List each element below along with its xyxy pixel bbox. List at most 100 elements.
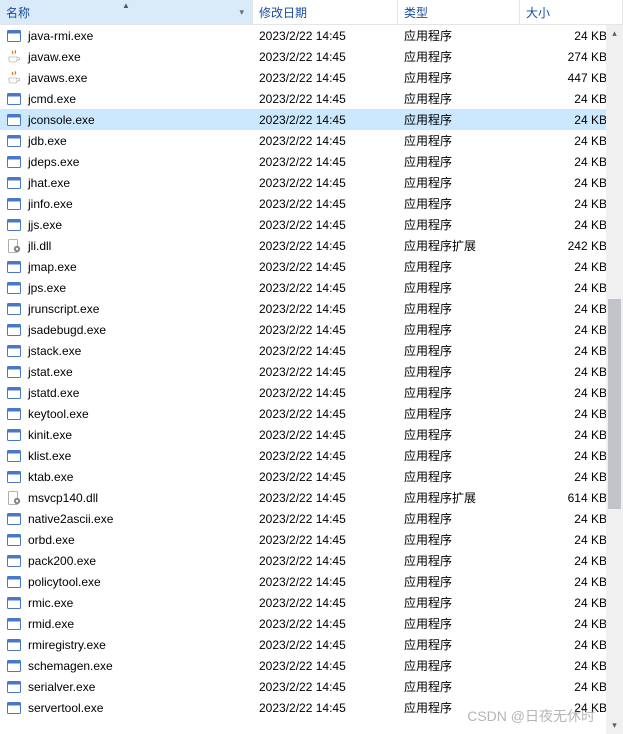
file-row[interactable]: orbd.exe2023/2/22 14:45应用程序24 KB xyxy=(0,529,623,550)
file-name-cell[interactable]: jstatd.exe xyxy=(0,385,253,401)
file-name-cell[interactable]: jstat.exe xyxy=(0,364,253,380)
file-name-cell[interactable]: jstack.exe xyxy=(0,343,253,359)
file-row[interactable]: jmap.exe2023/2/22 14:45应用程序24 KB xyxy=(0,256,623,277)
file-name-cell[interactable]: servertool.exe xyxy=(0,700,253,716)
file-row[interactable]: schemagen.exe2023/2/22 14:45应用程序24 KB xyxy=(0,655,623,676)
file-row[interactable]: msvcp140.dll2023/2/22 14:45应用程序扩展614 KB xyxy=(0,487,623,508)
column-header-date[interactable]: 修改日期 xyxy=(253,0,398,24)
file-name-cell[interactable]: java-rmi.exe xyxy=(0,28,253,44)
scroll-down-button[interactable]: ▾ xyxy=(606,717,623,734)
file-type-cell: 应用程序 xyxy=(398,174,520,191)
file-name-cell[interactable]: policytool.exe xyxy=(0,574,253,590)
file-name-cell[interactable]: ktab.exe xyxy=(0,469,253,485)
file-row[interactable]: servertool.exe2023/2/22 14:45应用程序24 KB xyxy=(0,697,623,718)
file-name-cell[interactable]: native2ascii.exe xyxy=(0,511,253,527)
file-type-cell: 应用程序 xyxy=(398,699,520,716)
chevron-down-icon[interactable]: ▾ xyxy=(239,7,246,18)
file-row[interactable]: kinit.exe2023/2/22 14:45应用程序24 KB xyxy=(0,424,623,445)
file-name-cell[interactable]: kinit.exe xyxy=(0,427,253,443)
file-name-cell[interactable]: keytool.exe xyxy=(0,406,253,422)
file-type-cell: 应用程序 xyxy=(398,48,520,65)
app-exe-icon xyxy=(6,217,22,233)
file-name-cell[interactable]: jhat.exe xyxy=(0,175,253,191)
file-row[interactable]: java-rmi.exe2023/2/22 14:45应用程序24 KB xyxy=(0,25,623,46)
file-name-cell[interactable]: jdb.exe xyxy=(0,133,253,149)
file-name-label: jdb.exe xyxy=(28,134,67,148)
file-row[interactable]: pack200.exe2023/2/22 14:45应用程序24 KB xyxy=(0,550,623,571)
file-row[interactable]: jhat.exe2023/2/22 14:45应用程序24 KB xyxy=(0,172,623,193)
file-row[interactable]: serialver.exe2023/2/22 14:45应用程序24 KB xyxy=(0,676,623,697)
file-row[interactable]: rmiregistry.exe2023/2/22 14:45应用程序24 KB xyxy=(0,634,623,655)
file-name-cell[interactable]: jmap.exe xyxy=(0,259,253,275)
file-row[interactable]: rmic.exe2023/2/22 14:45应用程序24 KB xyxy=(0,592,623,613)
file-row[interactable]: jstatd.exe2023/2/22 14:45应用程序24 KB xyxy=(0,382,623,403)
file-row[interactable]: klist.exe2023/2/22 14:45应用程序24 KB xyxy=(0,445,623,466)
app-exe-icon xyxy=(6,406,22,422)
file-type-cell: 应用程序扩展 xyxy=(398,237,520,254)
file-row[interactable]: keytool.exe2023/2/22 14:45应用程序24 KB xyxy=(0,403,623,424)
file-name-cell[interactable]: jrunscript.exe xyxy=(0,301,253,317)
file-name-cell[interactable]: jli.dll xyxy=(0,238,253,254)
file-row[interactable]: jsadebugd.exe2023/2/22 14:45应用程序24 KB xyxy=(0,319,623,340)
file-name-cell[interactable]: jconsole.exe xyxy=(0,112,253,128)
vertical-scrollbar[interactable]: ▴ ▾ xyxy=(606,25,623,734)
file-name-cell[interactable]: jinfo.exe xyxy=(0,196,253,212)
app-exe-icon xyxy=(6,553,22,569)
file-row[interactable]: ktab.exe2023/2/22 14:45应用程序24 KB xyxy=(0,466,623,487)
file-row[interactable]: jinfo.exe2023/2/22 14:45应用程序24 KB xyxy=(0,193,623,214)
file-date-cell: 2023/2/22 14:45 xyxy=(253,428,398,442)
file-name-cell[interactable]: javaws.exe xyxy=(0,70,253,86)
file-name-cell[interactable]: jcmd.exe xyxy=(0,91,253,107)
file-row[interactable]: jstat.exe2023/2/22 14:45应用程序24 KB xyxy=(0,361,623,382)
app-exe-icon xyxy=(6,196,22,212)
file-name-cell[interactable]: rmid.exe xyxy=(0,616,253,632)
column-header-name-label: 名称 xyxy=(6,4,30,21)
file-name-cell[interactable]: msvcp140.dll xyxy=(0,490,253,506)
file-row[interactable]: javaw.exe2023/2/22 14:45应用程序274 KB xyxy=(0,46,623,67)
file-row[interactable]: jconsole.exe2023/2/22 14:45应用程序24 KB xyxy=(0,109,623,130)
file-name-label: java-rmi.exe xyxy=(28,29,93,43)
file-row[interactable]: native2ascii.exe2023/2/22 14:45应用程序24 KB xyxy=(0,508,623,529)
scroll-up-button[interactable]: ▴ xyxy=(606,25,623,42)
app-exe-icon xyxy=(6,28,22,44)
file-type-cell: 应用程序 xyxy=(398,111,520,128)
file-row[interactable]: jjs.exe2023/2/22 14:45应用程序24 KB xyxy=(0,214,623,235)
file-name-label: native2ascii.exe xyxy=(28,512,113,526)
file-name-cell[interactable]: serialver.exe xyxy=(0,679,253,695)
file-name-cell[interactable]: orbd.exe xyxy=(0,532,253,548)
file-name-cell[interactable]: jdeps.exe xyxy=(0,154,253,170)
column-header-type[interactable]: 类型 xyxy=(398,0,520,24)
file-name-label: jstatd.exe xyxy=(28,386,79,400)
file-row[interactable]: policytool.exe2023/2/22 14:45应用程序24 KB xyxy=(0,571,623,592)
app-exe-icon xyxy=(6,259,22,275)
file-row[interactable]: jps.exe2023/2/22 14:45应用程序24 KB xyxy=(0,277,623,298)
file-name-cell[interactable]: schemagen.exe xyxy=(0,658,253,674)
scroll-thumb[interactable] xyxy=(608,299,621,509)
file-name-cell[interactable]: jsadebugd.exe xyxy=(0,322,253,338)
file-row[interactable]: javaws.exe2023/2/22 14:45应用程序447 KB xyxy=(0,67,623,88)
file-name-cell[interactable]: pack200.exe xyxy=(0,553,253,569)
file-row[interactable]: jli.dll2023/2/22 14:45应用程序扩展242 KB xyxy=(0,235,623,256)
column-header-size[interactable]: 大小 xyxy=(520,0,623,24)
app-exe-icon xyxy=(6,364,22,380)
file-row[interactable]: jstack.exe2023/2/22 14:45应用程序24 KB xyxy=(0,340,623,361)
file-name-label: javaws.exe xyxy=(28,71,87,85)
file-row[interactable]: jdeps.exe2023/2/22 14:45应用程序24 KB xyxy=(0,151,623,172)
file-date-cell: 2023/2/22 14:45 xyxy=(253,386,398,400)
file-type-cell: 应用程序 xyxy=(398,258,520,275)
file-row[interactable]: rmid.exe2023/2/22 14:45应用程序24 KB xyxy=(0,613,623,634)
file-name-cell[interactable]: javaw.exe xyxy=(0,49,253,65)
app-exe-icon xyxy=(6,322,22,338)
file-name-cell[interactable]: rmiregistry.exe xyxy=(0,637,253,653)
file-row[interactable]: jrunscript.exe2023/2/22 14:45应用程序24 KB xyxy=(0,298,623,319)
file-name-cell[interactable]: rmic.exe xyxy=(0,595,253,611)
scroll-track[interactable] xyxy=(606,42,623,717)
file-type-cell: 应用程序 xyxy=(398,216,520,233)
file-name-cell[interactable]: jps.exe xyxy=(0,280,253,296)
file-date-cell: 2023/2/22 14:45 xyxy=(253,659,398,673)
file-row[interactable]: jdb.exe2023/2/22 14:45应用程序24 KB xyxy=(0,130,623,151)
column-header-name[interactable]: 名称 ▲ ▾ xyxy=(0,0,253,24)
file-row[interactable]: jcmd.exe2023/2/22 14:45应用程序24 KB xyxy=(0,88,623,109)
file-name-cell[interactable]: jjs.exe xyxy=(0,217,253,233)
file-name-cell[interactable]: klist.exe xyxy=(0,448,253,464)
